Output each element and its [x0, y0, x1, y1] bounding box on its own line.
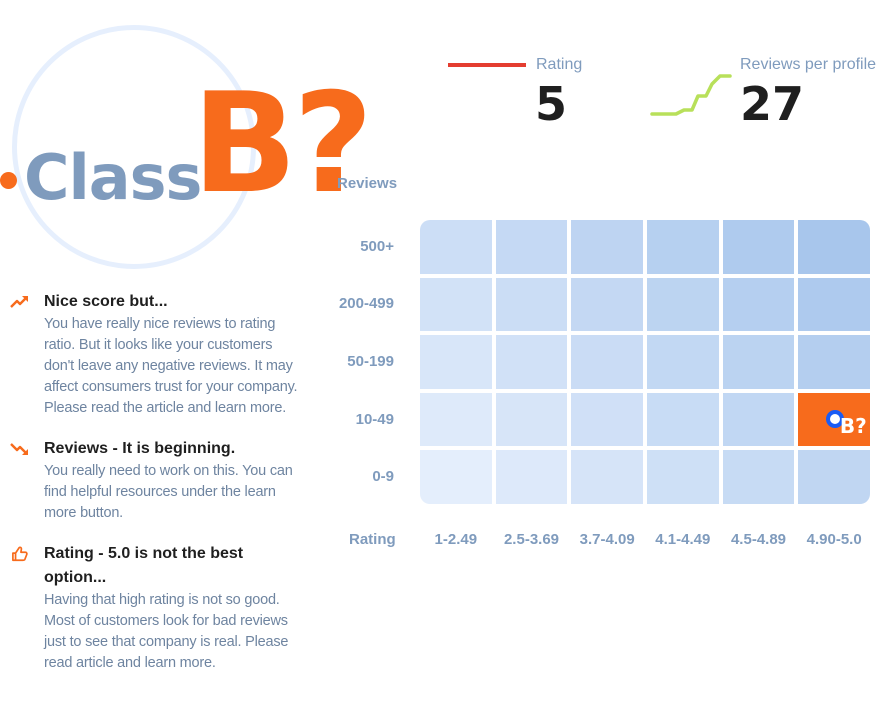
heatmap-cell	[571, 335, 643, 389]
heatmap-cell	[722, 335, 795, 389]
rating-reviews-heatmap: B?	[420, 220, 870, 504]
trend-up-icon	[10, 296, 28, 308]
heatmap-cell	[647, 392, 719, 447]
x-tick-label: 3.7-4.09	[579, 531, 635, 548]
highlight-label: B?	[839, 414, 867, 439]
heatmap-cell	[647, 335, 719, 389]
insight-title: Reviews - It is beginning.	[44, 440, 236, 457]
heatmap-cell	[798, 450, 870, 504]
heatmap-cell	[722, 450, 795, 504]
reviews-sparkline-icon	[650, 74, 732, 116]
heatmap-cell	[722, 392, 795, 447]
heatmap-cell	[722, 220, 795, 274]
heatmap-cell	[798, 277, 870, 332]
y-tick-label: 200-499	[338, 295, 394, 313]
y-tick-label: 50-199	[347, 353, 394, 370]
heatmap-cell	[495, 335, 568, 389]
heatmap-cell	[420, 220, 492, 274]
heatmap-cell	[495, 220, 568, 274]
heatmap-cell	[495, 392, 568, 447]
heatmap-cell	[798, 220, 870, 274]
insight-item: Reviews - It is beginning. You really ne…	[10, 437, 300, 524]
insights-list: Nice score but... You have really nice r…	[10, 290, 300, 692]
heatmap-cell	[495, 277, 568, 332]
heatmap-cell	[647, 220, 719, 274]
y-axis-title: Reviews	[337, 175, 398, 192]
insight-title: Rating - 5.0 is not the best option...	[44, 545, 244, 586]
reviews-per-profile-label: Reviews per profile	[740, 56, 877, 73]
rating-value: 5	[535, 77, 568, 131]
heatmap-cell	[495, 450, 568, 504]
reviews-per-profile-value: 27	[740, 77, 805, 131]
insight-title: Nice score but...	[44, 293, 168, 310]
x-tick-label: 4.1-4.49	[655, 531, 711, 548]
x-axis-title: Rating	[349, 531, 396, 548]
heatmap-cell	[420, 392, 492, 447]
x-tick-label: 4.90-5.0	[806, 531, 862, 548]
thumbs-up-icon	[12, 546, 28, 562]
heatmap-cell	[798, 335, 870, 389]
trend-down-icon	[10, 443, 28, 455]
heatmap-cell	[571, 220, 643, 274]
x-tick-label: 4.5-4.89	[730, 531, 787, 548]
heatmap-cell	[722, 277, 795, 332]
rating-legend-line	[448, 63, 526, 67]
insight-item: Rating - 5.0 is not the best option... H…	[10, 542, 300, 674]
insight-body: You have really nice reviews to rating r…	[44, 316, 298, 416]
insight-item: Nice score but... You have really nice r…	[10, 290, 300, 419]
heatmap-cell	[420, 277, 492, 332]
y-tick-label: 500+	[360, 237, 394, 255]
heatmap-cell	[647, 277, 719, 332]
insight-body: You really need to work on this. You can…	[44, 463, 293, 521]
y-tick-label: 0-9	[372, 468, 394, 486]
heatmap-cell	[571, 450, 643, 504]
x-tick-label: 1-2.49	[434, 531, 478, 548]
heatmap-cell	[420, 335, 492, 389]
x-tick-label: 2.5-3.69	[503, 531, 560, 548]
class-label: Class	[24, 141, 202, 214]
hero-dot-icon	[0, 172, 17, 189]
heatmap-cell	[571, 392, 643, 447]
heatmap-cell	[571, 277, 643, 332]
rating-label: Rating	[536, 56, 583, 73]
y-tick-label: 10-49	[355, 410, 394, 428]
heatmap-cell	[647, 450, 719, 504]
class-grade: B?	[192, 63, 373, 224]
heatmap-cell	[420, 450, 492, 504]
insight-body: Having that high rating is not so good. …	[44, 592, 289, 671]
heatmap-cell-highlight: B?	[798, 392, 870, 447]
